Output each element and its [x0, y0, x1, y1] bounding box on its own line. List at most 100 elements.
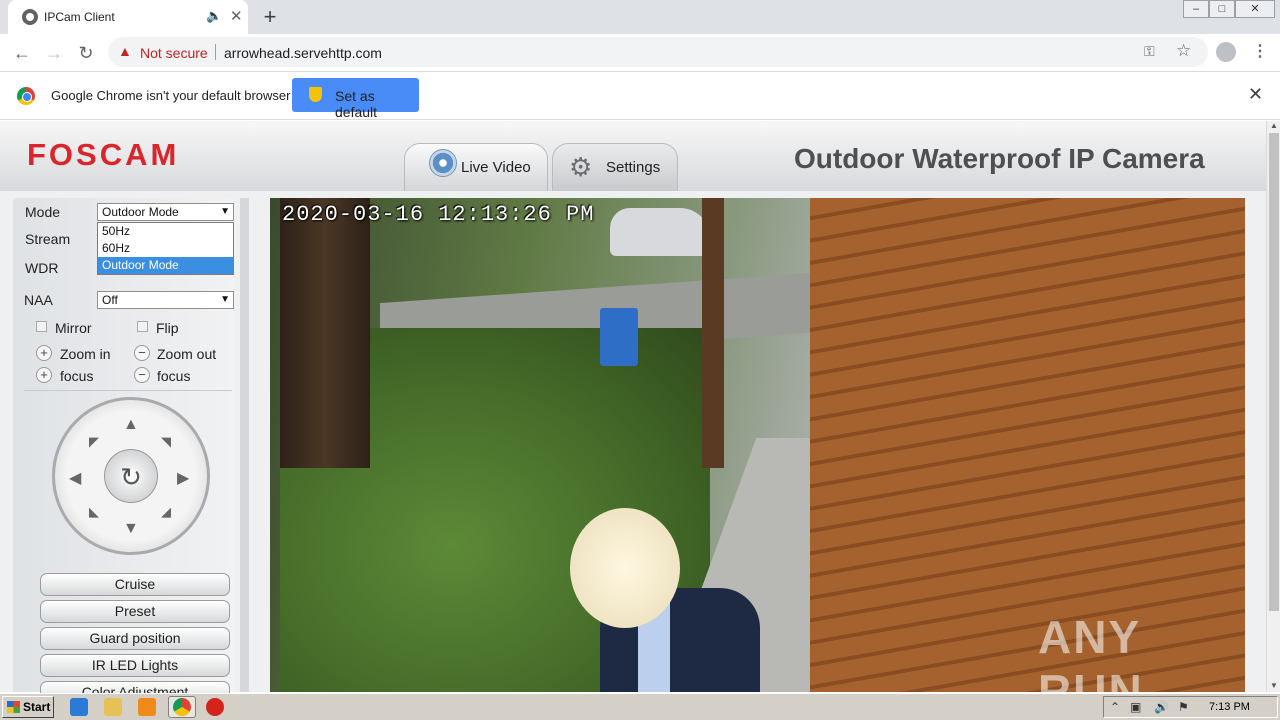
focus-plus-icon[interactable]: +: [36, 367, 52, 383]
mode-option-selected[interactable]: Outdoor Mode: [98, 257, 233, 274]
focus-out-label[interactable]: focus: [157, 368, 190, 384]
mode-select-value: Outdoor Mode: [102, 205, 179, 219]
scroll-up-arrow-icon[interactable]: ▲: [1270, 121, 1278, 130]
color-adjustment-clip: Color Adjustment: [40, 681, 230, 693]
pan-left-arrow-icon[interactable]: ◀: [69, 468, 81, 488]
maximize-button[interactable]: □: [1209, 0, 1235, 18]
network-icon[interactable]: ▣: [1130, 700, 1141, 714]
start-button[interactable]: Start: [2, 696, 54, 718]
windows-flag-icon: [7, 701, 20, 713]
ptz-reset-icon[interactable]: ↻: [104, 449, 158, 503]
tray-up-icon[interactable]: ⌃: [1110, 700, 1120, 714]
forward-icon[interactable]: →: [41, 40, 67, 66]
tab-settings[interactable]: ⚙ Settings: [552, 143, 678, 191]
shield-icon: [309, 87, 322, 102]
sidebar-scroll-strip[interactable]: [240, 198, 249, 692]
reload-icon[interactable]: ↻: [73, 40, 99, 66]
media-player-icon[interactable]: [138, 698, 156, 716]
naa-label: NAA: [24, 292, 53, 308]
folder-icon[interactable]: [104, 698, 122, 716]
dropdown-arrow-icon: ▼: [220, 294, 230, 305]
naa-select-value: Off: [102, 293, 118, 307]
mirror-label: Mirror: [55, 320, 92, 336]
scroll-down-arrow-icon[interactable]: ▼: [1270, 681, 1278, 690]
tab-close-icon[interactable]: ✕: [230, 7, 243, 25]
browser-toolbar: ← → ↻ ▲ Not secure arrowhead.servehttp.c…: [0, 34, 1280, 72]
zoom-out-minus-icon[interactable]: −: [134, 345, 150, 361]
browser-tab[interactable]: IPCam Client 🔈 ✕: [8, 0, 248, 34]
naa-select[interactable]: Off ▼: [97, 291, 234, 309]
taskbar-clock[interactable]: 7:13 PM: [1209, 701, 1250, 713]
tab-settings-label: Settings: [606, 159, 661, 176]
video-car: [610, 208, 710, 256]
tab-live-video[interactable]: Live Video: [404, 143, 548, 191]
chrome-logo-icon: [17, 87, 35, 105]
pan-down-arrow-icon[interactable]: ▼: [123, 520, 139, 538]
flip-checkbox[interactable]: [137, 321, 148, 332]
system-tray: ⌃ ▣ 🔊 ⚑ 7:13 PM: [1103, 696, 1278, 718]
zoom-out-label[interactable]: Zoom out: [157, 346, 216, 362]
profile-avatar-icon[interactable]: [1216, 42, 1236, 62]
guard-position-button[interactable]: Guard position: [40, 627, 230, 650]
flip-label: Flip: [156, 320, 179, 336]
scrollbar-thumb[interactable]: [1269, 133, 1279, 611]
default-browser-infobar: Google Chrome isn't your default browser…: [0, 72, 1280, 120]
ir-led-lights-button[interactable]: IR LED Lights: [40, 654, 230, 677]
mirror-checkbox[interactable]: [36, 321, 47, 332]
ptz-direction-pad[interactable]: ▲ ▼ ◀ ▶ ◤ ◥ ◣ ◢ ↻: [52, 397, 210, 555]
zoom-in-plus-icon[interactable]: +: [36, 345, 52, 361]
pan-down-left-arrow-icon[interactable]: ◣: [89, 504, 99, 520]
not-secure-label[interactable]: Not secure: [140, 45, 208, 61]
foscam-logo: FOSCAM: [27, 137, 180, 172]
menu-dots-icon[interactable]: ⋮: [1252, 41, 1268, 61]
live-video-feed[interactable]: 2020-03-16 12:13:26 PM ANY RUN: [270, 198, 1245, 692]
window-close-button[interactable]: ✕: [1235, 0, 1275, 18]
focus-minus-icon[interactable]: −: [134, 367, 150, 383]
bookmark-star-icon[interactable]: ☆: [1176, 41, 1191, 61]
sidebar-divider: [24, 390, 232, 391]
color-adjustment-button[interactable]: Color Adjustment: [40, 681, 230, 693]
mode-label: Mode: [25, 204, 61, 220]
wdr-label: WDR: [25, 260, 59, 276]
preset-button[interactable]: Preset: [40, 600, 230, 623]
cruise-button[interactable]: Cruise: [40, 573, 230, 596]
video-recycling-bin: [600, 308, 638, 366]
windows-taskbar: Start ⌃ ▣ 🔊 ⚑ 7:13 PM: [0, 693, 1280, 720]
focus-in-label[interactable]: focus: [60, 368, 93, 384]
volume-icon[interactable]: 🔊: [1154, 700, 1169, 714]
infobar-close-icon[interactable]: ✕: [1248, 84, 1263, 105]
person-head: [570, 508, 680, 628]
mode-option[interactable]: 50Hz: [98, 223, 233, 240]
minimize-button[interactable]: –: [1183, 0, 1209, 18]
set-as-default-label: Set as default: [335, 88, 378, 120]
pan-up-left-arrow-icon[interactable]: ◤: [89, 434, 99, 450]
url-text[interactable]: arrowhead.servehttp.com: [224, 45, 382, 61]
anyrun-watermark: ANY RUN: [1038, 611, 1144, 692]
product-title: Outdoor Waterproof IP Camera: [794, 143, 1205, 174]
mode-select[interactable]: Outdoor Mode ▼: [97, 203, 234, 221]
set-as-default-button[interactable]: Set as default: [292, 78, 419, 120]
action-center-flag-icon[interactable]: ⚑: [1178, 700, 1189, 714]
pan-right-arrow-icon[interactable]: ▶: [177, 468, 189, 488]
zoom-in-label[interactable]: Zoom in: [60, 346, 111, 362]
pan-up-arrow-icon[interactable]: ▲: [123, 416, 139, 434]
back-icon[interactable]: ←: [9, 40, 35, 66]
page-scrollbar[interactable]: ▲ ▼: [1266, 121, 1280, 692]
warning-icon: ▲: [118, 43, 132, 59]
app-header: FOSCAM Live Video ⚙ Settings Outdoor Wat…: [0, 121, 1266, 191]
key-icon[interactable]: ⚿: [1144, 43, 1155, 60]
dropdown-arrow-icon: ▼: [220, 206, 230, 217]
stop-icon[interactable]: [206, 698, 224, 716]
new-tab-button[interactable]: +: [260, 4, 280, 30]
mode-dropdown-list[interactable]: 50Hz 60Hz Outdoor Mode: [97, 222, 234, 275]
pan-down-right-arrow-icon[interactable]: ◢: [161, 504, 171, 520]
omnibox-divider: [215, 44, 216, 60]
stream-label: Stream: [25, 231, 71, 247]
gear-wrench-icon: ⚙: [569, 152, 593, 182]
address-bar[interactable]: ▲ Not secure arrowhead.servehttp.com ⚿ ☆: [108, 37, 1208, 67]
ie-icon[interactable]: [70, 698, 88, 716]
chrome-icon: [173, 698, 191, 716]
pan-up-right-arrow-icon[interactable]: ◥: [161, 434, 171, 450]
speaker-icon[interactable]: 🔈: [206, 8, 222, 24]
mode-option[interactable]: 60Hz: [98, 240, 233, 257]
